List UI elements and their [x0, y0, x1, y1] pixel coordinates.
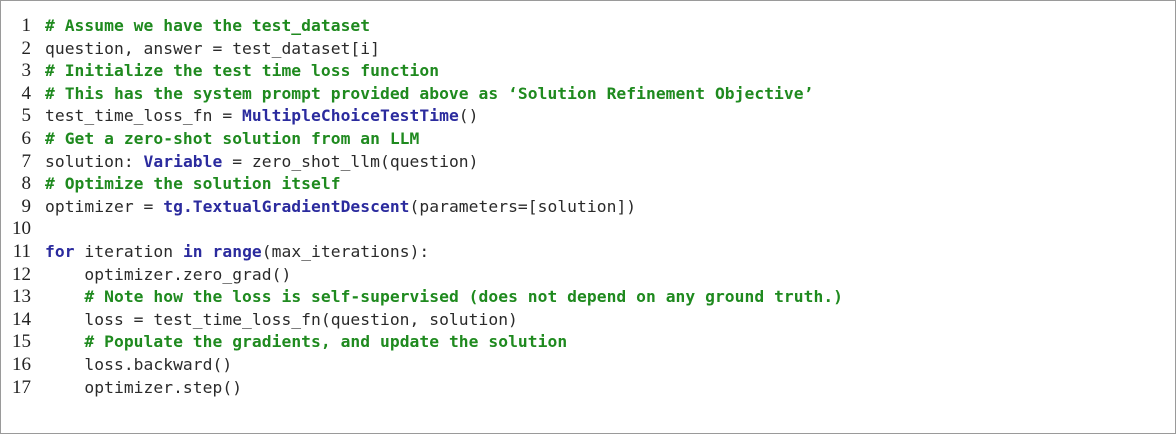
code-listing: 1 # Assume we have the test_dataset 2 quest…	[1, 15, 1175, 399]
code-token-class: Variable	[143, 151, 223, 171]
line-number: 8	[21, 173, 32, 195]
line-code: for iteration in range(max_iterations):	[45, 241, 429, 264]
code-line: 7 solution: Variable = zero_shot_llm(ques…	[1, 151, 1175, 174]
code-line: 12 optimizer.zero_grad()	[1, 264, 1175, 287]
line-number: 1	[21, 15, 32, 36]
code-token-comment: # Populate the gradients, and update the…	[84, 332, 568, 352]
code-line: 17 optimizer.step()	[1, 377, 1175, 400]
line-number: 16	[12, 353, 31, 375]
code-token-plain: test_time_loss_fn =	[45, 106, 243, 126]
code-token-comment: # Optimize the solution itself	[45, 174, 341, 194]
code-token-plain: optimizer.zero_grad()	[45, 264, 292, 284]
line-code: # Assume we have the test_dataset	[45, 15, 370, 38]
code-line: 9 optimizer = tg.TextualGradientDescent(p…	[1, 196, 1175, 219]
code-line: 4 # This has the system prompt provided a…	[1, 83, 1175, 106]
code-token-class: tg.TextualGradientDescent	[163, 196, 410, 216]
code-line: 8 # Optimize the solution itself	[1, 173, 1175, 196]
line-code: # Note how the loss is self-supervised (…	[45, 286, 843, 309]
code-token-plain: loss.backward()	[45, 354, 233, 374]
code-token-comment: # Assume we have the test_dataset	[45, 16, 371, 35]
line-code: question, answer = test_dataset[i]	[45, 38, 380, 61]
code-token-plain: = zero_shot_llm(question)	[222, 151, 479, 171]
code-token-plain: question, answer = test_dataset[i]	[45, 38, 380, 58]
line-code: # This has the system prompt provided ab…	[45, 83, 813, 106]
line-code: optimizer.zero_grad()	[45, 264, 291, 287]
line-number: 14	[12, 308, 31, 330]
line-number: 10	[12, 218, 31, 240]
code-token-comment: # Get a zero-shot solution from an LLM	[45, 128, 420, 148]
line-code: # Populate the gradients, and update the…	[45, 331, 567, 354]
code-token-comment: # Initialize the test time loss function	[45, 61, 440, 81]
line-code: loss.backward()	[45, 354, 232, 377]
code-line: 6 # Get a zero-shot solution from an LLM	[1, 128, 1175, 151]
code-listing-frame: 1 # Assume we have the test_dataset 2 quest…	[0, 0, 1176, 434]
line-code: # Get a zero-shot solution from an LLM	[45, 128, 419, 151]
code-token-plain: (max_iterations):	[261, 241, 430, 261]
line-number: 9	[21, 195, 32, 217]
line-number: 5	[21, 105, 32, 127]
code-token-keyword: for	[45, 241, 75, 261]
code-token-plain: solution:	[45, 151, 144, 171]
line-number: 2	[21, 37, 32, 59]
code-line: 2 question, answer = test_dataset[i]	[1, 38, 1175, 61]
code-token-plain: iteration	[74, 241, 183, 261]
code-line: 1 # Assume we have the test_dataset	[1, 15, 1175, 38]
line-number: 12	[12, 263, 31, 285]
code-token-comment: # This has the system prompt provided ab…	[45, 83, 814, 103]
line-code: # Optimize the solution itself	[45, 173, 341, 196]
line-number: 17	[12, 376, 31, 398]
line-code: loss = test_time_loss_fn(question, solut…	[45, 309, 518, 332]
code-token-plain: ()	[458, 106, 479, 126]
code-token-comment: # Note how the loss is self-supervised (…	[84, 287, 844, 307]
line-number: 7	[21, 150, 32, 172]
line-number: 11	[12, 240, 31, 262]
code-token-class: MultipleChoiceTestTime	[242, 106, 459, 126]
line-number: 3	[21, 60, 32, 82]
code-line: 5 test_time_loss_fn = MultipleChoiceTestT…	[1, 105, 1175, 128]
code-token-plain: optimizer.step()	[45, 377, 243, 397]
code-line: 16 loss.backward()	[1, 354, 1175, 377]
line-code: optimizer = tg.TextualGradientDescent(pa…	[45, 196, 636, 219]
line-code: test_time_loss_fn = MultipleChoiceTestTi…	[45, 105, 479, 128]
line-code: # Initialize the test time loss function	[45, 60, 439, 83]
line-code: optimizer.step()	[45, 377, 242, 400]
line-code: solution: Variable = zero_shot_llm(quest…	[45, 151, 479, 174]
code-token-keyword: range	[212, 241, 262, 261]
code-line: 10	[1, 218, 1175, 241]
code-line: 14 loss = test_time_loss_fn(question, so…	[1, 309, 1175, 332]
line-number: 15	[12, 331, 31, 353]
code-token-plain: loss = test_time_loss_fn(question, solut…	[45, 309, 518, 329]
code-line: 3 # Initialize the test time loss functio…	[1, 60, 1175, 83]
line-number: 13	[12, 286, 31, 308]
code-token-plain: optimizer =	[45, 196, 164, 216]
code-token-plain: (parameters=[solution])	[409, 196, 637, 216]
code-line: 13 # Note how the loss is self-supervise…	[1, 286, 1175, 309]
line-number: 6	[21, 127, 32, 149]
code-line: 11 for iteration in range(max_iterations)…	[1, 241, 1175, 264]
line-number: 4	[21, 82, 32, 104]
code-token-keyword: in	[182, 241, 203, 261]
code-line: 15 # Populate the gradients, and update …	[1, 331, 1175, 354]
